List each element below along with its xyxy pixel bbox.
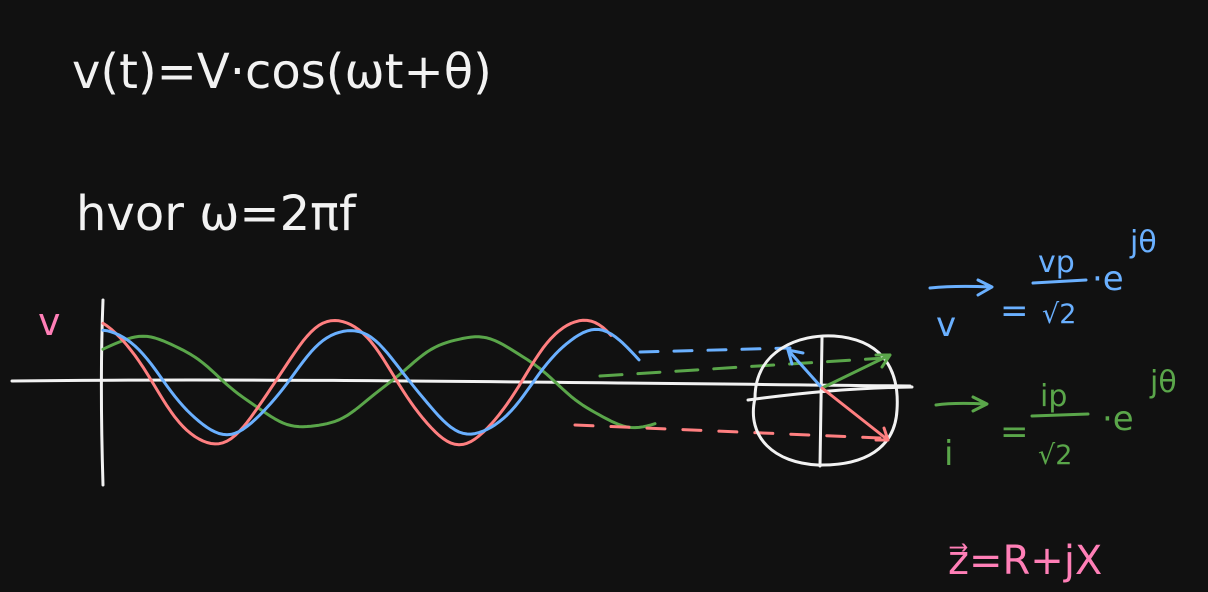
voltage-vector-arrow [928,278,994,297]
current-exponential: ·e [1102,399,1134,439]
green-dashed-projection [598,356,887,378]
phasor-vertical-axis [818,336,824,468]
voltage-phasor-formula: v = vp √2 ·e jθ [928,225,1157,345]
formula-omega: hvor ω=2πf [76,186,357,242]
voltage-phasor-arrow [786,348,824,390]
current-phasor-formula: i = ip √2 ·e jθ [934,365,1177,474]
blue-dashed-projection [638,346,792,354]
current-numerator: ip [1040,379,1067,414]
x-axis [10,378,912,388]
voltage-numerator: vp [1038,245,1075,280]
current-denominator: √2 [1038,440,1072,471]
voltage-exponent: jθ [1129,225,1157,260]
current-equals: = [1000,412,1029,452]
whiteboard-canvas: v(t)=V·cos(ωt+θ) hvor ω=2πf v v = vp √2 … [10,44,1177,584]
voltage-equals: = [1000,291,1029,331]
red-phasor-arrow [820,386,890,442]
red-dashed-projection [573,423,882,440]
voltage-fraction-bar [1031,278,1088,285]
impedance-expression: z⃗=R+jX [948,538,1102,584]
impedance-formula: z⃗=R+jX [948,538,1102,584]
voltage-exponential: ·e [1092,259,1124,299]
axis-label-v: v [38,300,61,344]
phasor-diagram [746,334,914,468]
current-vector-arrow [934,395,989,413]
current-vector-symbol: i [944,434,953,474]
voltage-vector-symbol: v [936,305,956,345]
y-axis [100,298,105,487]
voltage-denominator: √2 [1042,299,1076,330]
time-axes: v [10,298,912,487]
formula-main: v(t)=V·cos(ωt+θ) [72,44,492,100]
current-exponent: jθ [1149,365,1177,400]
current-fraction-bar [1030,412,1090,418]
